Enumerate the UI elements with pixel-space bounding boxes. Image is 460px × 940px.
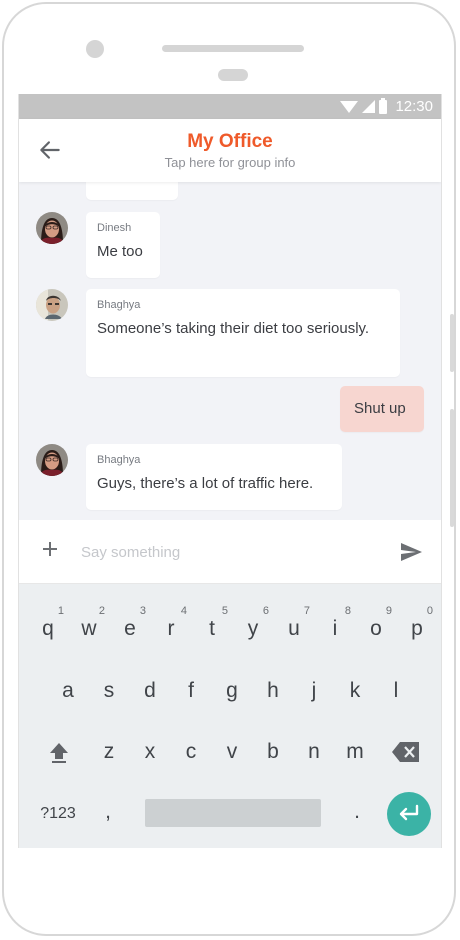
key-h[interactable]: h xyxy=(253,666,293,716)
key-i[interactable]: i8 xyxy=(315,604,355,654)
group-title-area[interactable]: My Office Tap here for group info xyxy=(19,131,441,170)
key-q[interactable]: q1 xyxy=(28,604,68,654)
symbols-key[interactable]: ?123 xyxy=(33,789,83,839)
period-key[interactable]: . xyxy=(337,787,377,837)
front-camera xyxy=(86,40,104,58)
power-button xyxy=(450,314,454,372)
sent-message-bubble[interactable]: Shut up xyxy=(340,386,424,432)
key-x[interactable]: x xyxy=(130,727,170,777)
key-r[interactable]: r4 xyxy=(151,604,191,654)
wifi-icon xyxy=(340,100,359,113)
signal-icon xyxy=(362,100,376,113)
key-t[interactable]: t5 xyxy=(192,604,232,654)
message-list[interactable]: Dinesh Me too Bhaghya Someone’s taking t… xyxy=(19,182,441,520)
shift-icon xyxy=(50,743,68,763)
space-bar[interactable] xyxy=(145,799,321,827)
message-bubble[interactable]: Dinesh Me too xyxy=(86,212,160,278)
volume-button xyxy=(450,409,454,527)
backspace-icon xyxy=(392,742,419,762)
shift-key[interactable] xyxy=(39,727,79,777)
key-v[interactable]: v xyxy=(212,727,252,777)
message-text: Me too xyxy=(97,243,143,260)
plus-icon xyxy=(43,542,57,556)
key-d[interactable]: d xyxy=(130,666,170,716)
status-bar: 12:30 xyxy=(19,94,441,119)
battery-icon xyxy=(379,97,388,114)
key-f[interactable]: f xyxy=(171,666,211,716)
message-composer xyxy=(19,520,441,584)
avatar-man-icon xyxy=(36,289,68,321)
key-w[interactable]: w2 xyxy=(69,604,109,654)
key-l[interactable]: l xyxy=(376,666,416,716)
group-subtitle: Tap here for group info xyxy=(164,155,296,170)
sender-name: Dinesh xyxy=(97,222,132,234)
sender-name: Bhaghya xyxy=(97,299,141,311)
key-a[interactable]: a xyxy=(48,666,88,716)
avatar[interactable] xyxy=(36,444,68,476)
avatar-woman-icon xyxy=(36,212,68,244)
key-s[interactable]: s xyxy=(89,666,129,716)
enter-icon xyxy=(399,804,419,821)
status-time: 12:30 xyxy=(395,98,433,115)
group-title: My Office xyxy=(187,131,273,152)
proximity-sensor xyxy=(218,69,248,81)
backspace-key[interactable] xyxy=(386,727,426,777)
key-y[interactable]: y6 xyxy=(233,604,273,654)
key-k[interactable]: k xyxy=(335,666,375,716)
key-u[interactable]: u7 xyxy=(274,604,314,654)
message-text: Guys, there’s a lot of traffic here. xyxy=(97,475,314,492)
message-text: Shut up xyxy=(354,400,406,417)
key-p[interactable]: p0 xyxy=(397,604,437,654)
send-icon[interactable] xyxy=(399,540,423,564)
add-attachment-button[interactable] xyxy=(40,539,60,563)
soft-keyboard: q1 w2 e3 r4 t5 y6 u7 i8 o9 p0 a s d f g … xyxy=(19,584,441,848)
key-o[interactable]: o9 xyxy=(356,604,396,654)
message-bubble[interactable]: Bhaghya Guys, there’s a lot of traffic h… xyxy=(86,444,342,510)
chat-header[interactable]: My Office Tap here for group info xyxy=(19,119,441,182)
message-text: Someone’s taking their diet too seriousl… xyxy=(97,320,370,337)
enter-key[interactable] xyxy=(387,792,431,836)
message-bubble[interactable]: Bhaghya Someone’s taking their diet too … xyxy=(86,289,400,377)
message-bubble[interactable] xyxy=(86,182,178,200)
sender-name: Bhaghya xyxy=(97,454,141,466)
avatar[interactable] xyxy=(36,289,68,321)
key-c[interactable]: c xyxy=(171,727,211,777)
avatar-woman-icon xyxy=(36,444,68,476)
message-input[interactable] xyxy=(81,538,381,566)
screen: 12:30 My Office Tap here for group info xyxy=(18,94,442,848)
key-n[interactable]: n xyxy=(294,727,334,777)
key-e[interactable]: e3 xyxy=(110,604,150,654)
comma-key[interactable]: , xyxy=(88,787,128,837)
key-g[interactable]: g xyxy=(212,666,252,716)
earpiece-speaker xyxy=(162,45,304,52)
key-b[interactable]: b xyxy=(253,727,293,777)
avatar[interactable] xyxy=(36,212,68,244)
key-m[interactable]: m xyxy=(335,727,375,777)
key-z[interactable]: z xyxy=(89,727,129,777)
key-j[interactable]: j xyxy=(294,666,334,716)
